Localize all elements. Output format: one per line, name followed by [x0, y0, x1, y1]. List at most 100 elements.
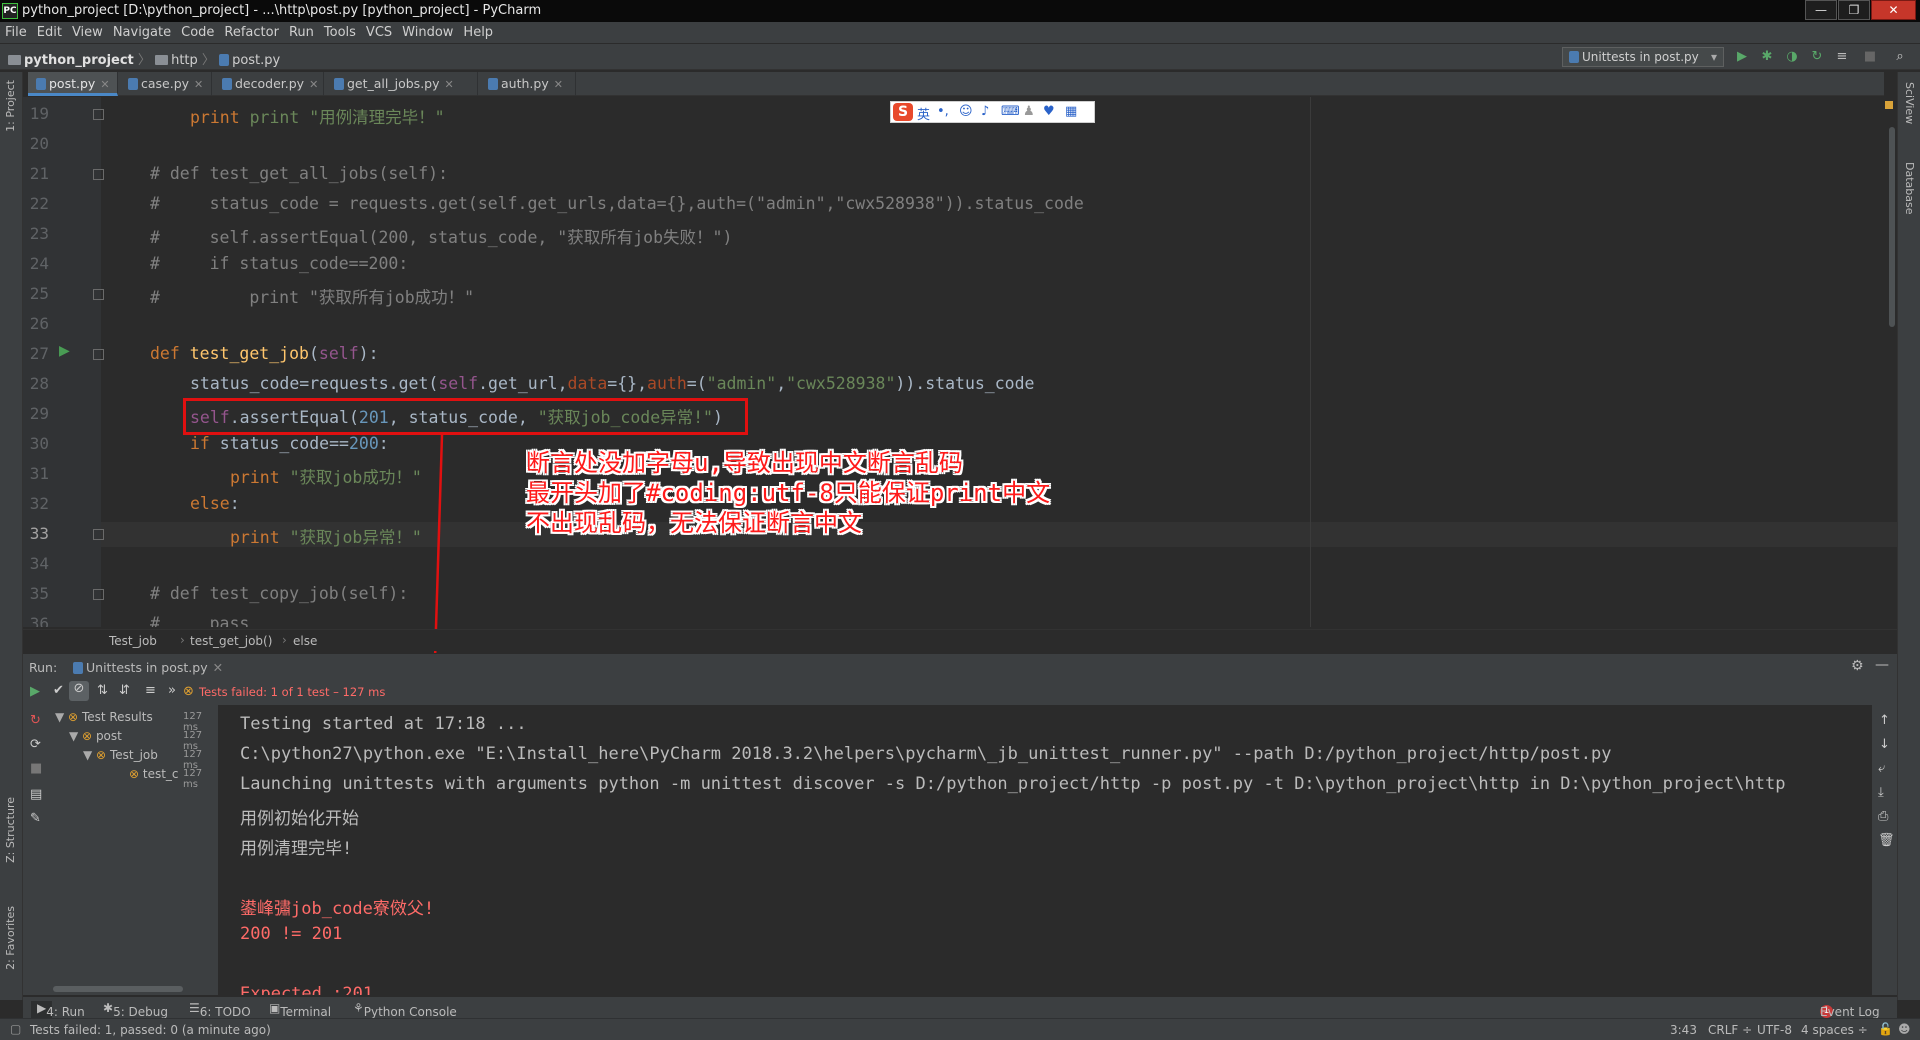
show-ignored-icon[interactable]: ⊘	[69, 681, 89, 701]
tool-tab-terminal[interactable]: ▣ Terminal	[269, 1001, 331, 1019]
expand-all-icon[interactable]: ≡	[145, 683, 156, 698]
toggle-auto-test-icon[interactable]: ⟳	[30, 737, 41, 752]
fold-marker-icon[interactable]	[93, 589, 104, 600]
tab-case-py[interactable]: case.py ✕	[120, 72, 212, 96]
lock-icon[interactable]: 🔓	[1878, 1022, 1893, 1036]
arrow-down-icon[interactable]: ↓	[1879, 737, 1890, 752]
sort-duration-icon[interactable]: ⇵	[119, 683, 130, 698]
emoji-icon[interactable]: ☺	[959, 104, 973, 119]
soft-wrap-icon[interactable]: ⤶	[1878, 761, 1885, 776]
menu-help[interactable]: Help	[458, 22, 498, 40]
breadcrumb-method[interactable]: test_get_job()	[190, 634, 272, 648]
close-window-button[interactable]: ✕	[1871, 0, 1916, 20]
fold-marker-icon[interactable]	[93, 349, 104, 360]
fold-marker-icon[interactable]	[93, 109, 104, 120]
menu-code[interactable]: Code	[176, 22, 219, 40]
run-icon[interactable]: ▶	[1734, 49, 1750, 65]
arrow-up-icon[interactable]: ↑	[1879, 713, 1890, 728]
fold-marker-icon[interactable]	[93, 529, 104, 540]
menu-run[interactable]: Run	[284, 22, 319, 40]
tool-tab-debug[interactable]: ✱ 5: Debug	[103, 1001, 168, 1019]
structure-tool-button[interactable]: Z: Structure	[4, 797, 17, 863]
tool-tab-todo[interactable]: ☰ 6: TODO	[189, 1001, 251, 1019]
line-separator[interactable]: CRLF ÷	[1708, 1023, 1752, 1037]
editor-scrollbar[interactable]	[1889, 127, 1895, 327]
tree-node-test-case[interactable]: ⊗ test_c	[129, 767, 179, 781]
close-icon[interactable]: ✕	[100, 78, 109, 91]
breadcrumb-class[interactable]: Test_job	[109, 634, 157, 648]
file-encoding[interactable]: UTF-8	[1757, 1023, 1792, 1037]
panel-toggle-icon[interactable]: ▢	[10, 1022, 21, 1036]
close-icon[interactable]: ✕	[445, 78, 454, 91]
debug-icon[interactable]: ✱	[1759, 49, 1775, 65]
stop-icon[interactable]: ■	[1862, 49, 1878, 65]
run-configuration-select[interactable]: Unittests in post.py ▾	[1562, 47, 1724, 67]
toolbox-grid-icon[interactable]: ▦	[1065, 104, 1077, 119]
ime-language-label[interactable]: 英	[917, 104, 930, 123]
tree-scrollbar[interactable]	[53, 986, 183, 992]
gear-icon[interactable]: ⚙	[1851, 658, 1864, 674]
breadcrumb-project[interactable]: python_project	[24, 53, 134, 68]
code-editor[interactable]: 19 20 21 22 23 24 25 26 27 28 29 30 31 3…	[23, 97, 1897, 627]
fold-marker-icon[interactable]	[93, 169, 104, 180]
tab-get-all-jobs-py[interactable]: get_all_jobs.py ✕	[326, 72, 478, 96]
coverage-icon[interactable]: ◑	[1784, 49, 1800, 65]
breadcrumb-folder[interactable]: http	[171, 53, 198, 68]
console-output[interactable]: Testing started at 17:18 ... C:\python27…	[220, 705, 1872, 995]
menu-edit[interactable]: Edit	[32, 22, 67, 40]
tree-node-post[interactable]: ▼ ⊗ post	[69, 729, 122, 743]
menu-navigate[interactable]: Navigate	[108, 22, 176, 40]
menu-view[interactable]: View	[67, 22, 108, 40]
menu-vcs[interactable]: VCS	[361, 22, 397, 40]
rerun-icon[interactable]: ▶	[30, 684, 40, 699]
indent-setting[interactable]: 4 spaces ÷	[1801, 1023, 1868, 1037]
menu-tools[interactable]: Tools	[319, 22, 361, 40]
database-tool-button[interactable]: Database	[1903, 162, 1916, 215]
minimize-button[interactable]: —	[1805, 0, 1837, 20]
profile-icon[interactable]: ↻	[1809, 49, 1825, 65]
close-icon[interactable]: ✕	[213, 660, 223, 675]
tree-node-test-job[interactable]: ▼ ⊗ Test_job	[83, 748, 158, 762]
pin-icon[interactable]: ✎	[30, 811, 41, 826]
maximize-button[interactable]: ❐	[1838, 0, 1870, 20]
tool-tab-python-console[interactable]: ⚘ Python Console	[353, 1001, 457, 1019]
menu-file[interactable]: File	[0, 22, 32, 40]
search-icon[interactable]: ⌕	[1892, 49, 1908, 65]
menu-window[interactable]: Window	[397, 22, 458, 40]
run-gutter-icon[interactable]: ▶	[59, 343, 70, 359]
stop-icon[interactable]: ■	[30, 761, 42, 776]
concurrency-icon[interactable]: ≡	[1834, 49, 1850, 65]
breadcrumb-file[interactable]: post.py	[232, 53, 280, 68]
trash-icon[interactable]: 🗑	[1878, 833, 1895, 848]
favorites-tool-button[interactable]: 2: Favorites	[4, 906, 17, 970]
show-passed-icon[interactable]: ✔	[53, 683, 64, 698]
tab-auth-py[interactable]: auth.py ✕	[480, 72, 576, 96]
project-tool-button[interactable]: 1: Project	[4, 80, 17, 132]
menu-refactor[interactable]: Refactor	[219, 22, 284, 40]
hide-panel-icon[interactable]: —	[1875, 657, 1889, 673]
tab-decoder-py[interactable]: decoder.py ✕	[214, 72, 324, 96]
breadcrumb-block[interactable]: else	[293, 634, 317, 648]
fold-marker-icon[interactable]	[93, 289, 104, 300]
close-icon[interactable]: ✕	[309, 78, 318, 91]
inspection-warning-icon[interactable]	[1885, 101, 1893, 109]
microphone-icon[interactable]: ♪	[981, 104, 989, 119]
tree-node-test-results[interactable]: ▼ ⊗ Test Results	[55, 710, 153, 724]
ime-punctuation-icon[interactable]: •,	[937, 104, 949, 119]
tool-tab-run[interactable]: ▶ 4: Run	[31, 1001, 85, 1019]
caret-position[interactable]: 3:43	[1670, 1023, 1697, 1037]
inspector-icon[interactable]: ☻	[1898, 1022, 1911, 1036]
skin-shirt-icon[interactable]: ♥	[1043, 104, 1055, 119]
more-icon[interactable]: »	[168, 683, 176, 698]
status-message[interactable]: Tests failed: 1, passed: 0 (a minute ago…	[30, 1023, 271, 1037]
run-tab[interactable]: Unittests in post.py ✕	[73, 660, 223, 675]
user-icon[interactable]: ♟	[1023, 104, 1035, 119]
rerun-failed-icon[interactable]: ↻	[30, 713, 41, 728]
close-icon[interactable]: ✕	[194, 78, 203, 91]
keyboard-icon[interactable]: ⌨	[1001, 104, 1020, 119]
print-icon[interactable]: ⎙	[1878, 809, 1888, 824]
sort-alpha-icon[interactable]: ⇅	[97, 683, 108, 698]
scroll-to-end-icon[interactable]: ⤓	[1878, 785, 1884, 800]
tab-post-py[interactable]: post.py ✕	[28, 72, 118, 96]
layout-icon[interactable]: ▤	[30, 787, 42, 802]
